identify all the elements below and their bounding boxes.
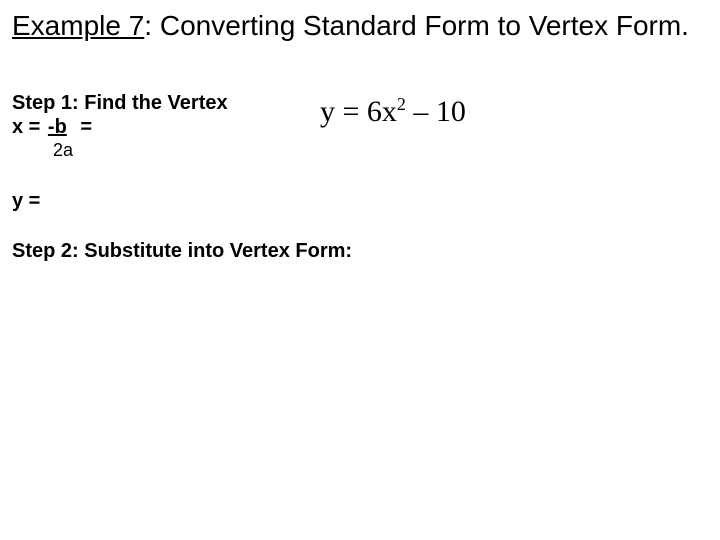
x-denominator: 2a: [53, 140, 73, 161]
quadratic-equation: y = 6x2 – 10: [320, 95, 466, 129]
slide: Example 7: Converting Standard Form to V…: [0, 0, 720, 540]
x-formula-line: x = -b =: [12, 116, 92, 139]
y-equals-blank: y =: [12, 190, 40, 213]
x-prefix: x =: [12, 116, 46, 138]
title-underlined: Example 7: [12, 10, 144, 41]
slide-title: Example 7: Converting Standard Form to V…: [12, 10, 689, 42]
step-2-heading: Step 2: Substitute into Vertex Form:: [12, 240, 352, 263]
equation-rhs: – 10: [406, 95, 466, 128]
x-equals-blank: =: [75, 116, 92, 138]
title-rest: : Converting Standard Form to Vertex For…: [144, 10, 689, 41]
equation-exponent: 2: [397, 94, 406, 114]
x-numerator: -b: [46, 116, 69, 139]
step-1-heading: Step 1: Find the Vertex: [12, 92, 228, 115]
equation-lhs: y = 6x: [320, 95, 397, 128]
